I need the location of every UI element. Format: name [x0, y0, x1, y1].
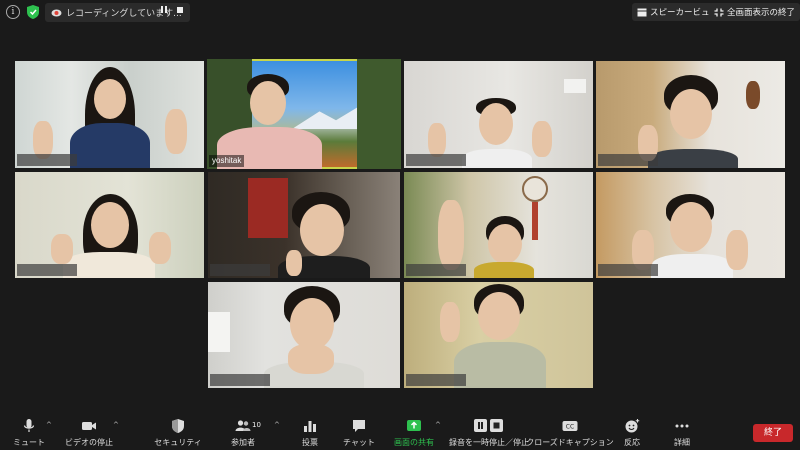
participants-button[interactable]: 参加者 [228, 412, 258, 450]
video-options-caret-icon[interactable]: ^ [113, 421, 119, 429]
svg-text:CC: CC [566, 424, 574, 431]
exit-fullscreen-label: 全画面表示の終了 [727, 8, 796, 18]
participant-name [406, 264, 466, 276]
exit-fullscreen-button[interactable]: 全画面表示の終了 [709, 3, 800, 21]
security-label: セキュリティ [154, 438, 202, 447]
participant-tile-active-speaker[interactable]: yoshitak [207, 59, 401, 169]
security-shield-icon [172, 419, 184, 433]
participant-name [210, 374, 270, 386]
security-button[interactable]: セキュリティ [154, 412, 202, 450]
speaker-view-label: スピーカービュー [650, 8, 719, 18]
share-options-caret-icon[interactable]: ^ [435, 421, 441, 429]
stop-recording-button[interactable] [173, 4, 187, 15]
participants-label: 参加者 [231, 438, 255, 447]
participant-video [596, 61, 785, 168]
participant-video [15, 61, 204, 168]
participant-tile[interactable] [596, 61, 785, 168]
participant-video [404, 172, 593, 278]
exit-fullscreen-icon [714, 8, 724, 16]
recording-controls-icon [473, 417, 505, 435]
participant-name [17, 154, 77, 166]
participant-name [406, 374, 466, 386]
stop-video-label: ビデオの停止 [65, 438, 113, 447]
microphone-icon [23, 419, 35, 432]
participant-tile[interactable] [208, 282, 400, 388]
stop-icon [177, 6, 183, 13]
participant-tile[interactable] [208, 172, 400, 278]
participant-tile[interactable] [15, 172, 204, 278]
mute-button[interactable]: ミュート [13, 412, 45, 450]
mute-label: ミュート [13, 438, 45, 447]
pause-stop-recording-label: 録音を一時停止／停止 [449, 438, 529, 447]
participant-video [208, 172, 400, 278]
polls-label: 投票 [302, 438, 318, 447]
end-meeting-button[interactable]: 終了 [753, 424, 793, 442]
polls-button[interactable]: 投票 [298, 412, 322, 450]
closed-caption-label: クローズドキャプション [526, 438, 614, 447]
share-screen-label: 画面の共有 [394, 438, 434, 447]
chat-label: チャット [343, 438, 375, 447]
closed-caption-button[interactable]: CC クローズドキャプション [526, 412, 614, 450]
meeting-controls-toolbar: ミュート ^ ビデオの停止 ^ セキュリティ 参加者 10 ^ 投票 チャット … [0, 412, 800, 450]
video-camera-icon [82, 422, 96, 430]
audio-options-caret-icon[interactable]: ^ [46, 421, 52, 429]
chat-bubble-icon [353, 420, 365, 432]
participant-tile[interactable] [404, 61, 593, 168]
reactions-button[interactable]: 反応 [618, 412, 646, 450]
participant-name [210, 264, 270, 276]
pause-stop-icon [474, 419, 503, 432]
participant-name [598, 154, 658, 166]
participant-tile[interactable] [596, 172, 785, 278]
participant-video [404, 61, 593, 168]
participant-name [406, 154, 466, 166]
cloud-recording-icon [51, 9, 62, 17]
participant-tile[interactable] [404, 172, 593, 278]
participant-video [404, 282, 593, 388]
participant-video [15, 172, 204, 278]
participant-name: yoshitak [209, 155, 245, 167]
participants-options-caret-icon[interactable]: ^ [274, 421, 280, 429]
participant-name [17, 264, 77, 276]
participant-video [596, 172, 785, 278]
chat-button[interactable]: チャット [343, 412, 375, 450]
cc-icon: CC [562, 421, 578, 431]
more-button[interactable]: 詳細 [667, 412, 697, 450]
participants-count: 10 [252, 421, 261, 429]
reactions-label: 反応 [624, 438, 640, 447]
participant-tile[interactable] [404, 282, 593, 388]
pause-recording-button[interactable] [157, 4, 171, 15]
participant-name [598, 264, 658, 276]
polls-bar-chart-icon [304, 421, 316, 432]
pause-stop-recording-button[interactable]: 録音を一時停止／停止 [449, 412, 529, 450]
more-label: 詳細 [674, 438, 690, 447]
share-screen-arrow-icon [407, 420, 421, 431]
meeting-info-icon[interactable]: i [6, 5, 20, 19]
stop-video-button[interactable]: ビデオの停止 [65, 412, 113, 450]
share-screen-button[interactable]: 画面の共有 [394, 412, 434, 450]
smiley-reaction-icon [625, 419, 640, 433]
more-dots-icon [675, 424, 689, 428]
participant-video [208, 282, 400, 388]
participant-tile[interactable] [15, 61, 204, 168]
pause-icon [161, 6, 167, 13]
participants-icon [235, 420, 251, 431]
encryption-shield-icon[interactable] [26, 4, 40, 20]
speaker-view-icon [637, 8, 647, 16]
meeting-top-bar: i レコーディングしています... スピーカービュー 全画面表示の終了 [0, 0, 800, 26]
participant-video [207, 59, 401, 169]
